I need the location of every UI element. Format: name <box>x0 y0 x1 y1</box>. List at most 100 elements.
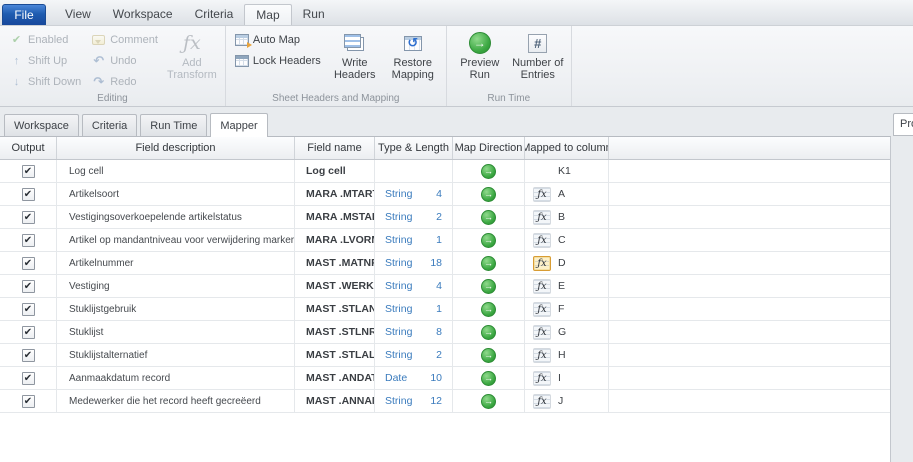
mapped-column-letter: K1 <box>558 165 571 177</box>
field-description-cell: Artikel op mandantniveau voor verwijderi… <box>57 229 295 251</box>
output-checkbox[interactable]: ✔ <box>22 188 35 201</box>
table-row[interactable]: ✔ArtikelsoortMARA .MTARTString4→ƒxA <box>0 183 890 206</box>
length-value: 2 <box>436 349 442 361</box>
undo-button[interactable]: ↶Undo <box>86 50 163 71</box>
right-panel-gutter: Pro <box>891 108 913 462</box>
output-checkbox[interactable]: ✔ <box>22 280 35 293</box>
map-direction-cell: → <box>453 229 525 251</box>
lock-headers-button[interactable]: Lock Headers <box>230 50 326 71</box>
field-description: Log cell <box>69 166 103 177</box>
sheet-small-buttons: Auto MapLock Headers <box>230 28 326 71</box>
write-headers-icon <box>344 34 361 48</box>
column-header-field-name[interactable]: Field name <box>295 137 375 159</box>
output-checkbox[interactable]: ✔ <box>22 395 35 408</box>
table-row[interactable]: ✔ Artikel op mandantniveau voor verwijder… <box>0 229 890 252</box>
fx-icon[interactable]: ƒx <box>533 371 551 386</box>
column-header-output[interactable]: Output <box>0 137 57 159</box>
length-value: 12 <box>430 395 442 407</box>
fx-icon[interactable]: ƒx <box>533 325 551 340</box>
ribbon-group-sheet-headers-and-mapping: Auto MapLock Headers Write Headers↺Resto… <box>226 26 447 106</box>
fx-icon[interactable]: ƒx <box>533 348 551 363</box>
menubar-items: ViewWorkspaceCriteriaMapRun <box>54 0 336 25</box>
column-header-field-description[interactable]: Field description <box>57 137 295 159</box>
fx-icon[interactable]: ƒx <box>533 394 551 409</box>
menu-tab-criteria[interactable]: Criteria <box>184 4 245 25</box>
table-row[interactable]: ✔VestigingMAST .WERKSString4→ƒxE <box>0 275 890 298</box>
fx-icon[interactable]: ƒx <box>533 256 551 271</box>
type-value: String <box>385 257 412 269</box>
output-checkbox[interactable]: ✔ <box>22 165 35 178</box>
type-length-cell: String18 <box>375 252 453 274</box>
tab-workspace[interactable]: Workspace <box>4 114 79 136</box>
length-value: 1 <box>436 303 442 315</box>
fx-icon[interactable]: ƒx <box>533 302 551 317</box>
file-menu-button[interactable]: File <box>2 4 46 25</box>
map-direction-icon[interactable]: → <box>481 302 496 317</box>
menu-tab-workspace[interactable]: Workspace <box>102 4 184 25</box>
map-direction-icon[interactable]: → <box>481 187 496 202</box>
tab-run-time[interactable]: Run Time <box>140 114 207 136</box>
preview-run-button[interactable]: →Preview Run <box>451 28 509 92</box>
shift-up-button[interactable]: ↑Shift Up <box>4 50 86 71</box>
map-direction-icon[interactable]: → <box>481 279 496 294</box>
comment-button[interactable]: Comment <box>86 29 163 50</box>
mapped-to-cell: ƒxI <box>525 367 609 389</box>
map-direction-icon[interactable]: → <box>481 394 496 409</box>
menu-tab-view[interactable]: View <box>54 4 102 25</box>
menu-tab-map[interactable]: Map <box>244 4 291 25</box>
restore-mapping-button[interactable]: ↺Restore Mapping <box>384 28 442 92</box>
table-row[interactable]: ✔Log cellLog cell→K1 <box>0 160 890 183</box>
output-checkbox[interactable]: ✔ <box>22 234 35 247</box>
output-checkbox[interactable]: ✔ <box>22 257 35 270</box>
table-row[interactable]: ✔StuklijstgebruikMAST .STLANString1→ƒxF <box>0 298 890 321</box>
menu-tab-run[interactable]: Run <box>292 4 336 25</box>
add-transform-button[interactable]: ƒxAdd Transform <box>163 28 221 92</box>
output-checkbox[interactable]: ✔ <box>22 349 35 362</box>
length-value: 10 <box>430 372 442 384</box>
mapped-to-cell: ƒx D <box>525 252 609 274</box>
empty-cell <box>609 229 890 251</box>
column-header-type-length[interactable]: Type & Length <box>375 137 453 159</box>
field-name: MAST .STLAL <box>306 349 375 361</box>
map-direction-icon[interactable]: → <box>481 371 496 386</box>
map-direction-icon[interactable]: → <box>481 256 496 271</box>
table-row[interactable]: ✔Vestigingsoverkoepelende artikelstatusM… <box>0 206 890 229</box>
field-description-cell: Aanmaakdatum record <box>57 367 295 389</box>
output-checkbox[interactable]: ✔ <box>22 326 35 339</box>
field-description: Artikelnummer <box>69 258 133 269</box>
field-description-cell: Log cell <box>57 160 295 182</box>
fx-icon[interactable]: ƒx <box>533 210 551 225</box>
mapped-column-letter: D <box>558 257 566 269</box>
fx-icon[interactable]: ƒx <box>533 187 551 202</box>
table-row[interactable]: ✔StuklijstMAST .STLNRString8→ƒxG <box>0 321 890 344</box>
output-cell: ✔ <box>0 183 57 205</box>
map-direction-icon[interactable]: → <box>481 164 496 179</box>
number-of-entries-label: Number of Entries <box>509 57 567 81</box>
map-direction-icon[interactable]: → <box>481 233 496 248</box>
shift-down-button[interactable]: ↓Shift Down <box>4 71 86 92</box>
fx-icon[interactable]: ƒx <box>533 279 551 294</box>
application-window: File ViewWorkspaceCriteriaMapRun ✔Enable… <box>0 0 913 462</box>
tab-criteria[interactable]: Criteria <box>82 114 137 136</box>
restore-mapping-icon-wrap: ↺ <box>404 30 422 56</box>
map-direction-icon[interactable]: → <box>481 325 496 340</box>
output-checkbox[interactable]: ✔ <box>22 211 35 224</box>
output-checkbox[interactable]: ✔ <box>22 372 35 385</box>
table-row[interactable]: ✔ArtikelnummerMAST .MATNRString18→ƒxD <box>0 252 890 275</box>
column-header-map-direction[interactable]: Map Direction <box>453 137 525 159</box>
number-of-entries-button[interactable]: #Number of Entries <box>509 28 567 92</box>
map-direction-icon[interactable]: → <box>481 348 496 363</box>
table-row[interactable]: ✔StuklijstalternatiefMAST .STLALString2→… <box>0 344 890 367</box>
auto-map-button[interactable]: Auto Map <box>230 29 326 50</box>
column-header-mapped-to-column[interactable]: Mapped to column <box>525 137 609 159</box>
type-value: String <box>385 188 412 200</box>
table-row[interactable]: ✔Aanmaakdatum recordMAST .ANDATDate10→ƒx… <box>0 367 890 390</box>
output-checkbox[interactable]: ✔ <box>22 303 35 316</box>
redo-button[interactable]: ↷Redo <box>86 71 163 92</box>
map-direction-icon[interactable]: → <box>481 210 496 225</box>
enabled-button[interactable]: ✔Enabled <box>4 29 86 50</box>
tab-mapper[interactable]: Mapper <box>210 113 267 137</box>
write-headers-button[interactable]: Write Headers <box>326 28 384 92</box>
fx-icon[interactable]: ƒx <box>533 233 551 248</box>
table-row[interactable]: ✔Medewerker die het record heeft gecreëe… <box>0 390 890 413</box>
